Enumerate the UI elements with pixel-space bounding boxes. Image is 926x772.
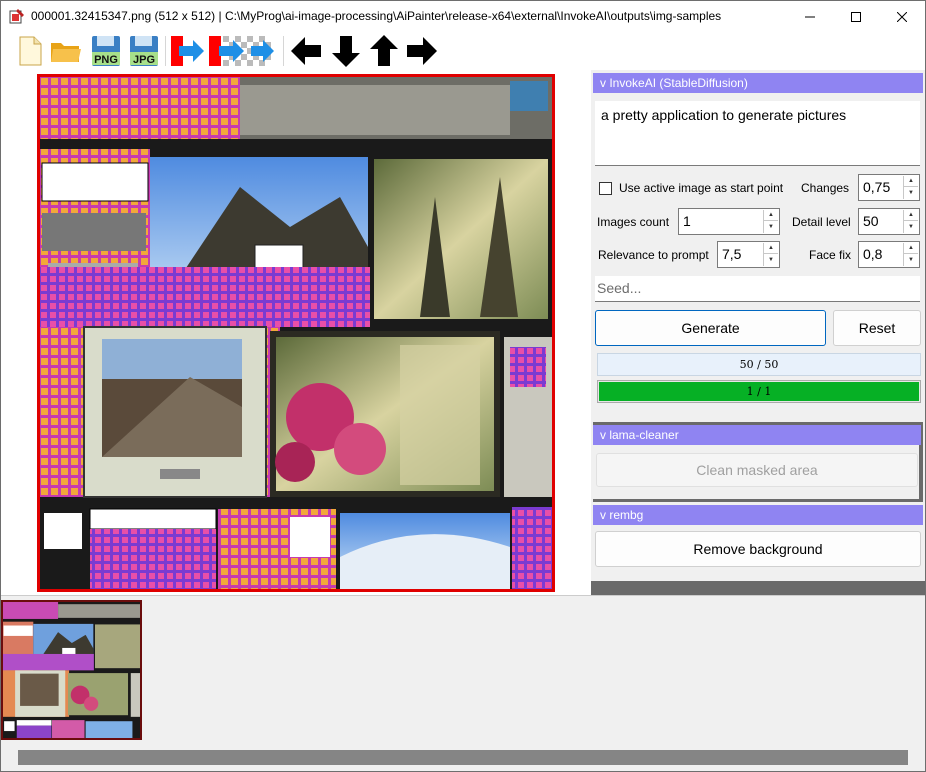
face-fix-spinner[interactable]: ▲ ▼ <box>903 243 918 266</box>
panel-bottom-bar <box>591 581 925 595</box>
thumbnail-item[interactable] <box>1 600 142 740</box>
face-fix-value: 0,8 <box>863 246 883 262</box>
window-title: 000001.32415347.png (512 x 512) | C:\MyP… <box>31 9 722 23</box>
control-panel: v InvokeAI (StableDiffusion) a pretty ap… <box>591 70 925 595</box>
horizontal-scrollbar[interactable] <box>1 743 925 771</box>
app-icon <box>9 9 24 24</box>
remove-background-button[interactable]: Remove background <box>595 531 921 567</box>
generated-image-art <box>40 77 552 589</box>
invokeai-section-header[interactable]: v InvokeAI (StableDiffusion) <box>593 73 923 93</box>
use-active-image-label: Use active image as start point <box>619 181 784 195</box>
maximize-button[interactable] <box>833 1 879 32</box>
detail-level-input[interactable]: 50 ▲ ▼ <box>858 208 920 235</box>
minimize-icon <box>805 16 815 17</box>
images-progress-text: 1 / 1 <box>746 385 772 398</box>
save-png-icon[interactable]: PNG <box>89 34 123 68</box>
spin-up-icon[interactable]: ▲ <box>904 243 918 254</box>
steps-progress-bar: 50 / 50 <box>597 353 921 376</box>
png-label: PNG <box>94 54 118 66</box>
images-progress-bar: 1 / 1 <box>597 380 921 403</box>
generate-button[interactable]: Generate <box>595 310 826 346</box>
images-count-label: Images count <box>597 215 670 229</box>
jpg-label: JPG <box>133 54 155 66</box>
minimize-button[interactable] <box>787 1 833 32</box>
spin-up-icon[interactable]: ▲ <box>904 210 918 221</box>
thumbnail-strip <box>1 595 925 743</box>
clear-mask-icon[interactable] <box>207 34 277 68</box>
new-file-icon[interactable] <box>13 34 47 68</box>
changes-label: Changes <box>801 181 850 195</box>
use-active-image-checkbox[interactable] <box>599 182 612 195</box>
app-window: 000001.32415347.png (512 x 512) | C:\MyP… <box>0 0 926 772</box>
clean-masked-area-button[interactable]: Clean masked area <box>596 453 918 487</box>
toolbar: PNG JPG <box>1 32 925 70</box>
detail-level-label: Detail level <box>792 215 851 229</box>
spin-down-icon[interactable]: ▼ <box>904 221 918 232</box>
lama-section-header[interactable]: v lama-cleaner <box>593 425 921 445</box>
relevance-label: Relevance to prompt <box>598 248 709 262</box>
images-count-spinner[interactable]: ▲ ▼ <box>763 210 778 233</box>
close-button[interactable] <box>879 1 925 32</box>
image-canvas[interactable] <box>1 70 591 595</box>
spin-down-icon[interactable]: ▼ <box>764 221 778 232</box>
generated-image[interactable] <box>37 74 555 592</box>
reset-button[interactable]: Reset <box>833 310 921 346</box>
apply-mask-icon[interactable] <box>169 34 205 68</box>
changes-spinner[interactable]: ▲ ▼ <box>903 176 918 199</box>
detail-level-value: 50 <box>863 213 879 229</box>
maximize-icon <box>851 11 861 22</box>
toolbar-separator <box>165 36 166 66</box>
changes-input[interactable]: 0,75 ▲ ▼ <box>858 174 920 201</box>
spin-up-icon[interactable]: ▲ <box>764 210 778 221</box>
save-jpg-icon[interactable]: JPG <box>127 34 161 68</box>
close-icon <box>897 11 907 22</box>
spin-down-icon[interactable]: ▼ <box>904 254 918 265</box>
relevance-value: 7,5 <box>722 246 742 262</box>
spin-up-icon[interactable]: ▲ <box>764 243 778 254</box>
images-count-input[interactable]: 1 ▲ ▼ <box>678 208 780 235</box>
face-fix-label: Face fix <box>809 248 852 262</box>
spin-down-icon[interactable]: ▼ <box>904 187 918 198</box>
arrow-down-icon[interactable] <box>329 34 363 68</box>
detail-level-spinner[interactable]: ▲ ▼ <box>903 210 918 233</box>
arrow-left-icon[interactable] <box>289 34 323 68</box>
images-count-value: 1 <box>683 213 691 229</box>
spin-down-icon[interactable]: ▼ <box>764 254 778 265</box>
arrow-right-icon[interactable] <box>405 34 439 68</box>
changes-value: 0,75 <box>863 179 891 195</box>
seed-input[interactable]: Seed... <box>595 276 920 302</box>
face-fix-input[interactable]: 0,8 ▲ ▼ <box>858 241 920 268</box>
scrollbar-thumb[interactable] <box>18 750 908 765</box>
thumbnail-image <box>3 602 140 738</box>
relevance-spinner[interactable]: ▲ ▼ <box>763 243 778 266</box>
rembg-section-header[interactable]: v rembg <box>593 505 923 525</box>
arrow-up-icon[interactable] <box>367 34 401 68</box>
spin-up-icon[interactable]: ▲ <box>904 176 918 187</box>
prompt-textarea[interactable]: a pretty application to generate picture… <box>595 101 920 166</box>
title-bar: 000001.32415347.png (512 x 512) | C:\MyP… <box>1 1 925 32</box>
toolbar-separator <box>283 36 284 66</box>
open-folder-icon[interactable] <box>49 34 83 68</box>
relevance-input[interactable]: 7,5 ▲ ▼ <box>717 241 780 268</box>
